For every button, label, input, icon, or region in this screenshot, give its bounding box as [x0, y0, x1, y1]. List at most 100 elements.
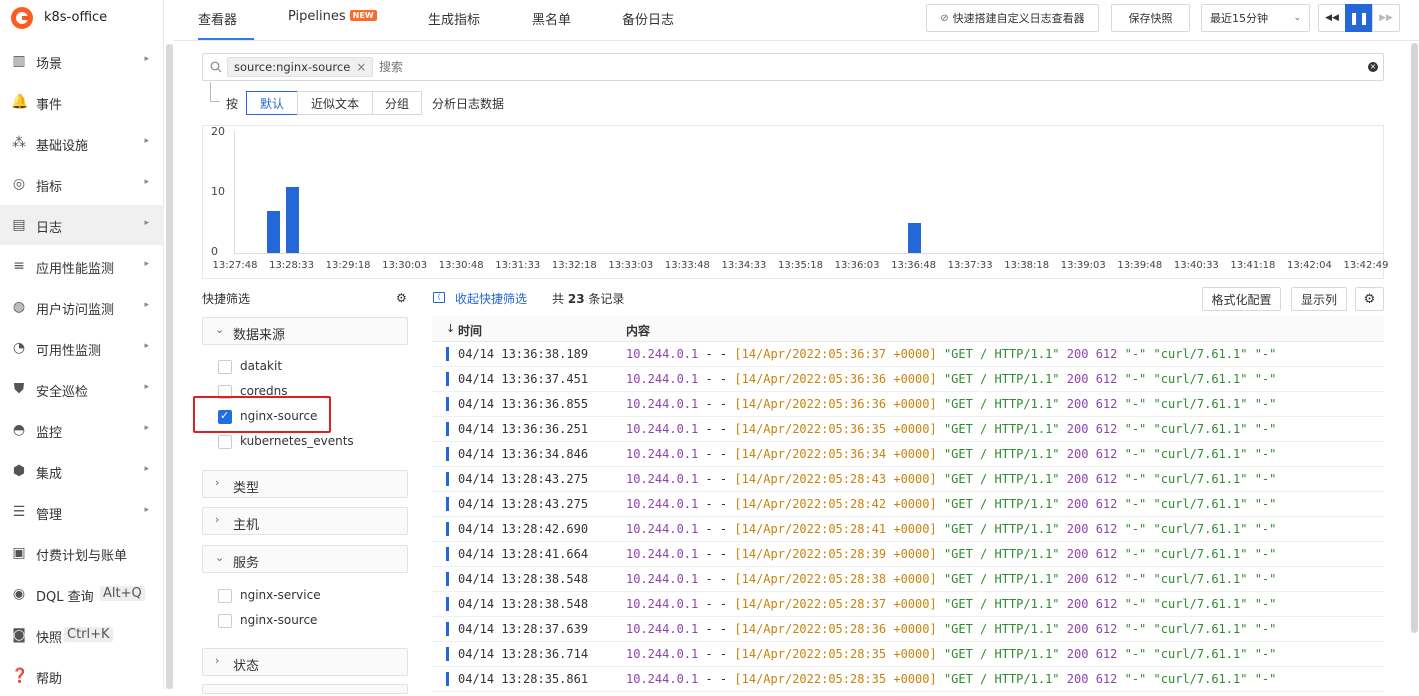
log-content: 10.244.0.1 - - [14/Apr/2022:05:28:39 +00… — [626, 547, 1276, 561]
sidebar-item-2[interactable]: ⁂ 基础设施 ▸ — [0, 123, 164, 163]
sort-arrow-icon[interactable]: ↓ — [446, 322, 455, 335]
clear-icon[interactable]: × — [1368, 62, 1378, 72]
log-row[interactable]: 04/14 13:28:38.548 10.244.0.1 - - [14/Ap… — [432, 592, 1384, 617]
log-row[interactable]: 04/14 13:28:37.639 10.244.0.1 - - [14/Ap… — [432, 617, 1384, 642]
save-snapshot-button[interactable]: 保存快照 — [1111, 4, 1190, 32]
forward-button[interactable]: ▶▶ — [1372, 4, 1400, 32]
log-row[interactable]: 04/14 13:36:34.846 10.244.0.1 - - [14/Ap… — [432, 442, 1384, 467]
log-dash: - - — [705, 397, 728, 411]
log-row[interactable]: 04/14 13:28:38.548 10.244.0.1 - - [14/Ap… — [432, 567, 1384, 592]
sidebar-item-label: 管理 — [36, 508, 63, 523]
chevron-right-icon: ▸ — [144, 341, 149, 351]
filter-group-2[interactable]: › 主机 — [202, 507, 408, 535]
filter-group-3[interactable]: ⌄ 服务 — [202, 545, 408, 573]
tab-backup-logs[interactable]: 备份日志 — [622, 9, 674, 28]
log-row[interactable]: 04/14 13:28:43.275 10.244.0.1 - - [14/Ap… — [432, 467, 1384, 492]
filter-group-4[interactable]: › 状态 — [202, 648, 408, 676]
rewind-button[interactable]: ◀◀ — [1318, 4, 1346, 32]
histogram-bar[interactable] — [285, 187, 299, 253]
log-row[interactable]: 04/14 13:28:41.664 10.244.0.1 - - [14/Ap… — [432, 542, 1384, 567]
x-tick-label: 13:39:48 — [1117, 260, 1163, 271]
filter-tag[interactable]: source:nginx-source × — [227, 57, 374, 77]
mode-similar-text-button[interactable]: 近似文本 — [297, 91, 373, 115]
checkbox[interactable] — [218, 614, 232, 628]
apm-icon: ≡ — [13, 258, 25, 274]
sidebar-item-9[interactable]: ◓ 监控 ▸ — [0, 410, 164, 450]
sidebar-item-10[interactable]: ⬢ 集成 ▸ — [0, 451, 164, 491]
collapse-filter-icon[interactable]: ⟨ — [433, 292, 445, 303]
log-bytes: 612 — [1095, 672, 1118, 686]
status-marker — [446, 622, 449, 636]
collapse-filter-link[interactable]: 收起快捷筛选 — [455, 290, 527, 307]
log-row[interactable]: 04/14 13:28:43.275 10.244.0.1 - - [14/Ap… — [432, 492, 1384, 517]
log-row[interactable]: 04/14 13:28:36.714 10.244.0.1 - - [14/Ap… — [432, 642, 1384, 667]
checkbox[interactable] — [218, 589, 232, 603]
sidebar-item-1[interactable]: 🔔 事件 — [0, 82, 164, 122]
filter-settings-icon[interactable]: ⚙ — [396, 291, 407, 305]
chevron-right-icon: ▸ — [144, 464, 149, 474]
log-timestamp: [14/Apr/2022:05:36:36 +0000] — [734, 397, 937, 411]
sidebar-item-0[interactable]: ▥ 场景 ▸ — [0, 41, 164, 81]
log-row[interactable]: 04/14 13:36:36.855 10.244.0.1 - - [14/Ap… — [432, 392, 1384, 417]
filter-group-more[interactable] — [202, 684, 408, 694]
x-tick-label: 13:33:03 — [608, 260, 654, 271]
table-settings-button[interactable]: ⚙ — [1355, 287, 1384, 311]
sidebar-item-5[interactable]: ≡ 应用性能监测 ▸ — [0, 246, 164, 286]
log-ip: 10.244.0.1 — [626, 347, 699, 361]
search-bar[interactable]: source:nginx-source × × — [202, 53, 1384, 81]
filter-group-0[interactable]: ⌄ 数据来源 — [202, 317, 408, 345]
sidebar-item-13[interactable]: ◉ DQL 查询 Alt+Q — [0, 574, 164, 614]
log-row[interactable]: 04/14 13:36:38.189 10.244.0.1 - - [14/Ap… — [432, 342, 1384, 367]
log-ip: 10.244.0.1 — [626, 422, 699, 436]
log-dash: - - — [705, 547, 728, 561]
x-tick-label: 13:42:04 — [1286, 260, 1332, 271]
tab-blacklist[interactable]: 黑名单 — [532, 9, 571, 28]
log-ip: 10.244.0.1 — [626, 622, 699, 636]
log-row[interactable]: 04/14 13:36:36.251 10.244.0.1 - - [14/Ap… — [432, 417, 1384, 442]
checkbox[interactable] — [218, 435, 232, 449]
sidebar-scrollbar[interactable] — [166, 44, 173, 689]
main-scrollbar[interactable] — [1410, 43, 1419, 689]
chevron-right-icon: › — [215, 513, 220, 526]
display-columns-button[interactable]: 显示列 — [1291, 287, 1347, 311]
search-input[interactable] — [379, 58, 1279, 76]
log-content: 10.244.0.1 - - [14/Apr/2022:05:28:43 +00… — [626, 472, 1276, 486]
log-row[interactable]: 04/14 13:28:42.690 10.244.0.1 - - [14/Ap… — [432, 517, 1384, 542]
log-content: 10.244.0.1 - - [14/Apr/2022:05:28:41 +00… — [626, 522, 1276, 536]
mode-default-button[interactable]: 默认 — [246, 91, 298, 115]
format-config-button[interactable]: 格式化配置 — [1202, 287, 1281, 311]
sidebar-item-15[interactable]: ❓ 帮助 — [0, 656, 164, 696]
log-row[interactable]: 04/14 13:36:37.451 10.244.0.1 - - [14/Ap… — [432, 367, 1384, 392]
quick-build-viewer-button[interactable]: ⊘ 快速搭建自定义日志查看器 — [926, 4, 1099, 32]
sidebar-item-14[interactable]: ◙ 快照 Ctrl+K — [0, 615, 164, 655]
time-range-select[interactable]: 最近15分钟 ⌄ — [1201, 4, 1310, 32]
sidebar-item-4[interactable]: ▤ 日志 ▸ — [0, 205, 164, 245]
tab-generate-metrics[interactable]: 生成指标 — [428, 9, 480, 28]
checkbox[interactable] — [218, 360, 232, 374]
sidebar-item-label: 应用性能监测 — [36, 262, 115, 277]
histogram-bar[interactable] — [907, 223, 921, 253]
filter-group-1[interactable]: › 类型 — [202, 470, 408, 498]
tab-viewer[interactable]: 查看器 — [198, 9, 237, 28]
chevron-down-icon: ⌄ — [215, 551, 225, 564]
sidebar-item-12[interactable]: ▣ 付费计划与账单 — [0, 533, 164, 573]
log-agent: "curl/7.61.1" — [1153, 372, 1248, 386]
guance-logo — [11, 7, 33, 29]
sidebar-item-label: 安全巡检 — [36, 385, 89, 400]
sidebar-item-8[interactable]: ⛊ 安全巡检 ▸ — [0, 369, 164, 409]
pause-button[interactable]: ❚❚ — [1345, 4, 1373, 32]
log-dash: - - — [705, 672, 728, 686]
tab-pipelines[interactable]: Pipelines NEW — [288, 9, 377, 24]
sidebar-item-7[interactable]: ◔ 可用性监测 ▸ — [0, 328, 164, 368]
log-timestamp: [14/Apr/2022:05:36:34 +0000] — [734, 447, 937, 461]
histogram-bar[interactable] — [266, 211, 280, 253]
column-time[interactable]: 时间 — [458, 322, 482, 339]
filter-option-label: datakit — [240, 359, 283, 373]
log-row[interactable]: 04/14 13:28:35.861 10.244.0.1 - - [14/Ap… — [432, 667, 1384, 692]
mode-group-button[interactable]: 分组 — [372, 91, 422, 115]
sidebar-item-6[interactable]: ◍ 用户访问监测 ▸ — [0, 287, 164, 327]
sidebar-item-3[interactable]: ◎ 指标 ▸ — [0, 164, 164, 204]
sidebar-item-11[interactable]: ☰ 管理 ▸ — [0, 492, 164, 532]
log-histogram[interactable]: 20 10 0 13:27:48 13:28:33 13:29:18 13:30:03 13:… — [202, 125, 1388, 279]
tag-close-icon[interactable]: × — [356, 60, 366, 74]
